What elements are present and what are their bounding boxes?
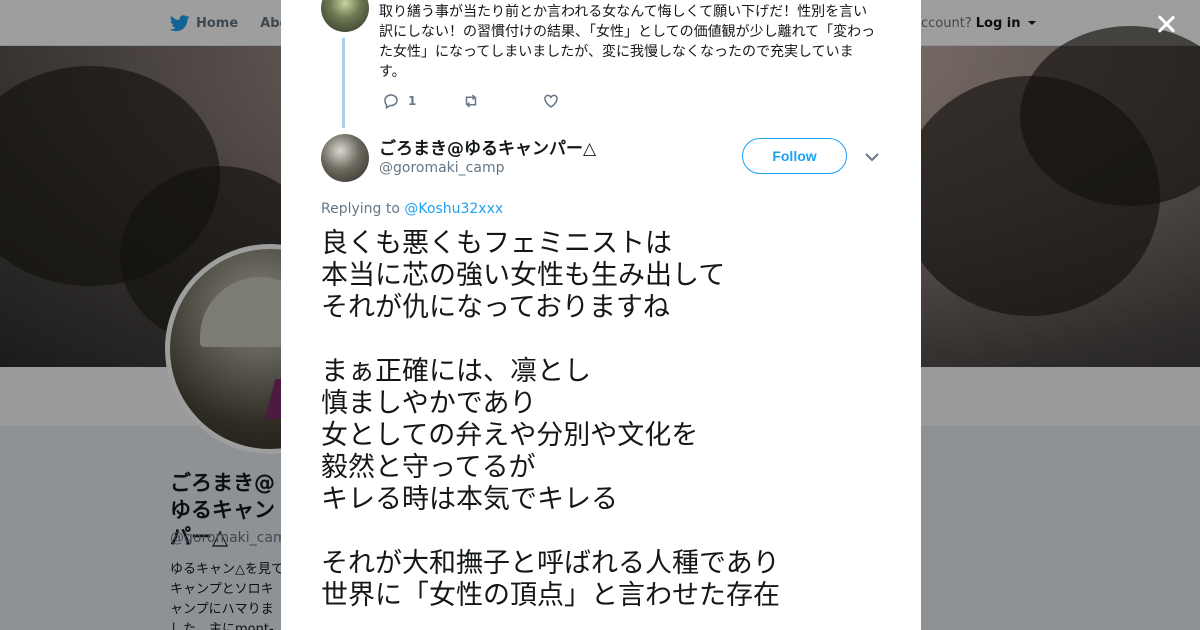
tweet-line: 良くも悪くもフェミニストは [321, 228, 672, 259]
tweet-modal: 取り繕う事が当たり前とか言われる女なんて悔しくて願い下げだ！性別を言い訳にしない… [281, 0, 921, 630]
heart-icon [544, 94, 558, 108]
tweet-line: それが仇になっておりますね [321, 292, 670, 323]
reply-count: 1 [408, 94, 417, 108]
tweet-line: まぁ正確には、凛とし [321, 356, 591, 387]
replying-to: Replying to @Koshu32xxx [321, 201, 503, 217]
tweet-line: 女としての弁えや分別や文化を [321, 420, 699, 451]
follow-button[interactable]: Follow [742, 138, 847, 174]
tweet-line: 毅然と守ってるが [321, 452, 536, 483]
reply-button[interactable]: 1 [382, 92, 462, 110]
replying-to-handle[interactable]: @Koshu32xxx [404, 201, 503, 217]
tweet-text: 良くも悪くもフェミニストは 本当に芯の強い女性も生み出して それが仇になっており… [321, 228, 891, 612]
previous-tweet-text: 取り繕う事が当たり前とか言われる女なんて悔しくて願い下げだ！性別を言い訳にしない… [379, 4, 876, 80]
thread-connector-line [342, 38, 345, 128]
author-name[interactable]: ごろまき@ゆるキャンパー△ [379, 134, 596, 159]
previous-tweet-actions: 1 [382, 92, 560, 110]
tweet-line: 世界に「女性の頂点」と言わせた存在 [321, 580, 780, 611]
retweet-button[interactable] [462, 92, 542, 110]
like-button[interactable] [542, 92, 560, 110]
previous-tweet-avatar[interactable] [321, 0, 369, 32]
author-avatar[interactable] [321, 134, 369, 182]
tweet-line: 本当に芯の強い女性も生み出して [321, 260, 726, 291]
chevron-down-icon[interactable] [864, 150, 880, 164]
close-icon[interactable] [1152, 10, 1180, 38]
tweet-line: それが大和撫子と呼ばれる人種であり [321, 548, 780, 579]
tweet-line: 慎ましやかであり [321, 388, 537, 419]
reply-icon [384, 94, 398, 110]
retweet-icon [465, 94, 477, 108]
author-handle[interactable]: @goromaki_camp [379, 160, 504, 176]
tweet-line: キレる時は本気でキレる [321, 484, 618, 515]
replying-to-label: Replying to [321, 201, 400, 217]
